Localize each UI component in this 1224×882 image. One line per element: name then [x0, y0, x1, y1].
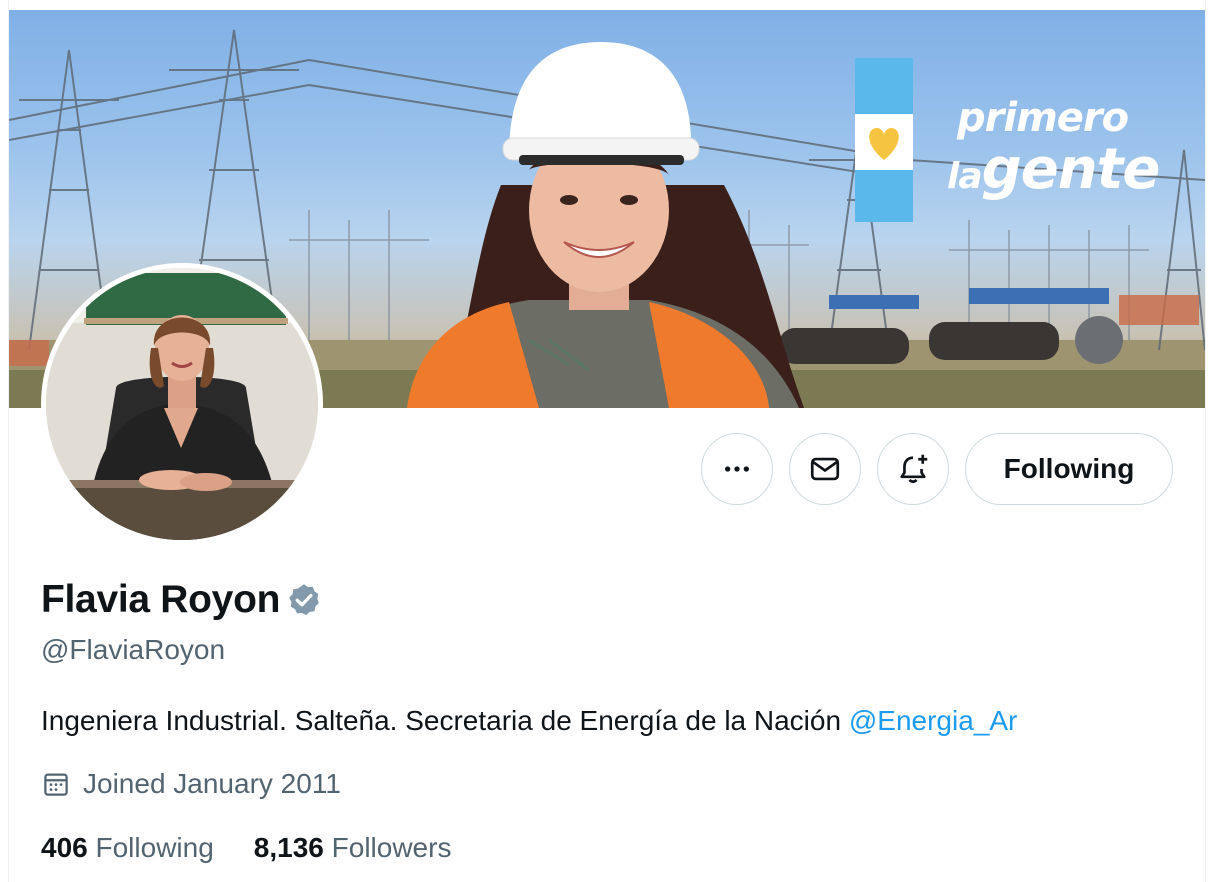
ellipsis-icon [725, 466, 749, 472]
profile-name-row: Flavia Royon [41, 578, 322, 622]
followers-label: Followers [331, 832, 452, 863]
banner-slogan: primero lagente [947, 95, 1160, 198]
following-count: 406 [41, 832, 88, 863]
display-name: Flavia Royon [41, 578, 281, 621]
slogan-line-1: primero [957, 95, 1129, 141]
verified-badge-icon[interactable] [286, 582, 322, 618]
message-button[interactable] [789, 433, 861, 505]
following-stat-link[interactable]: 406 Following [41, 832, 214, 864]
avatar-photo [46, 268, 318, 540]
envelope-icon [810, 457, 840, 481]
avatar-illustration [46, 268, 318, 540]
following-label: Following [95, 832, 214, 863]
profile-avatar[interactable] [41, 263, 323, 545]
calendar-icon [44, 773, 68, 796]
slogan-la: la [947, 156, 983, 197]
notifications-button[interactable] [877, 433, 949, 505]
joined-text: Joined January 2011 [83, 768, 341, 799]
more-options-button[interactable] [701, 433, 773, 505]
bio-text: Ingeniera Industrial. Salteña. Secretari… [41, 705, 849, 736]
following-button[interactable]: Following [965, 433, 1173, 505]
bell-plus-icon [900, 454, 928, 484]
slogan-gente: gente [981, 137, 1161, 202]
followers-count: 8,136 [253, 832, 324, 863]
joined-date: Joined January 2011 [41, 768, 341, 800]
bio-mention-link[interactable]: @Energia_Ar [849, 705, 1018, 736]
profile-handle: @FlaviaRoyon [41, 634, 226, 665]
slogan-line-2: lagente [947, 142, 1160, 198]
follow-stats: 406 Following 8,136 Followers [41, 832, 491, 864]
followers-stat-link[interactable]: 8,136 Followers [254, 832, 452, 864]
profile-bio: Ingeniera Industrial. Salteña. Secretari… [41, 705, 1017, 737]
